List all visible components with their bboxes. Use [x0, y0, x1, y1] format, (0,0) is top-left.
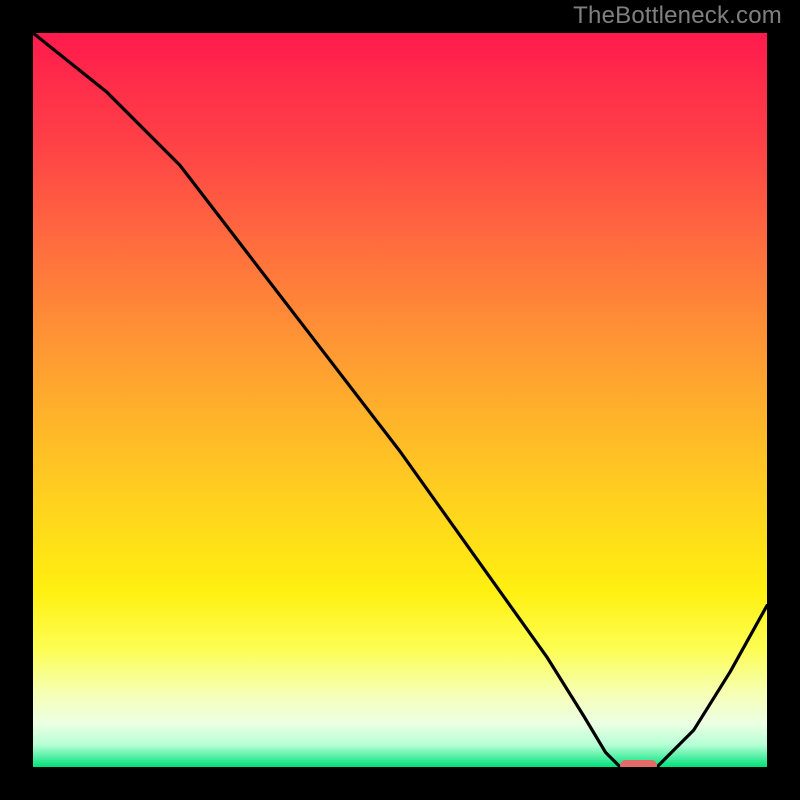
curve-path — [33, 33, 767, 767]
plot-area — [33, 33, 767, 767]
y-axis — [27, 33, 33, 773]
x-axis — [33, 767, 767, 773]
chart-stage: TheBottleneck.com — [0, 0, 800, 800]
watermark-text: TheBottleneck.com — [573, 2, 782, 30]
bottleneck-curve — [33, 33, 767, 767]
